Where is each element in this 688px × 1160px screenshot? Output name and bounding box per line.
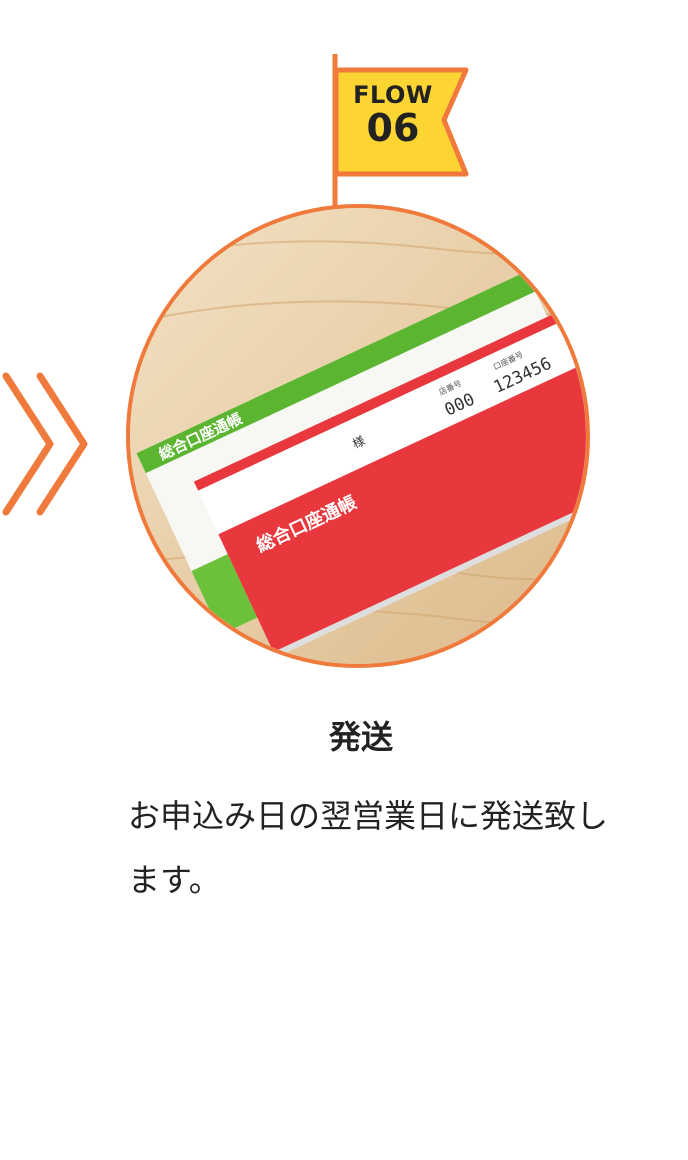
passbook-photo: 総合口座通帳 様 店番号 000 口座番号 123456 総合口座通帳 <box>126 204 590 668</box>
step-title: 発送 <box>328 718 393 756</box>
step-flag: FLOW 06 <box>326 54 476 214</box>
flag-number: 06 <box>366 106 420 150</box>
step-description: お申込み日の翌営業日に発送致します。 <box>128 797 609 899</box>
flag-word: FLOW <box>353 81 433 109</box>
double-chevron-right-icon <box>2 372 88 516</box>
flag-label: FLOW 06 <box>348 82 438 148</box>
